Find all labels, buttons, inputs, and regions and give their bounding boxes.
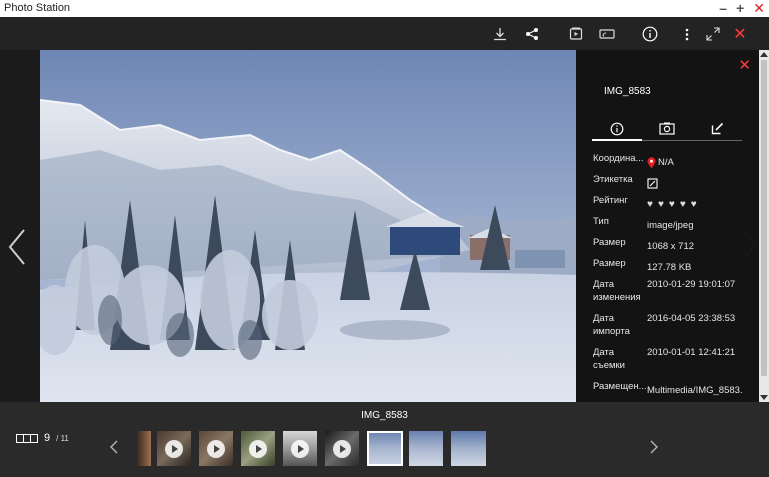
info-value	[647, 173, 757, 194]
info-row-dimensions: Размер 1068 x 712	[593, 236, 757, 257]
info-rows: Координа... N/A Этикетка Рейтинг ♥ ♥ ♥ ♥…	[593, 152, 757, 401]
viewer-toolbar: ✕	[0, 17, 769, 50]
info-label: Размещен...	[593, 381, 647, 392]
edit-tag-icon[interactable]	[647, 178, 658, 189]
filmstrip: IMG_8583 9 / 11	[0, 402, 769, 477]
info-row-imported: Дата импорта 2016-04-05 23:38:53	[593, 312, 757, 346]
info-label: Дата импорта	[593, 313, 630, 337]
heart-icon[interactable]: ♥	[647, 198, 653, 211]
edit-icon	[711, 122, 723, 135]
thumbnail-selected[interactable]	[367, 431, 403, 466]
window-close-button[interactable]: ✕	[753, 0, 765, 17]
info-label: Тип	[593, 216, 609, 227]
scroll-down-arrow-icon[interactable]	[760, 395, 768, 400]
info-value: 127.78 KB	[647, 262, 692, 273]
info-label: Размер	[593, 237, 626, 248]
info-value: N/A	[647, 152, 757, 173]
info-row-rating: Рейтинг ♥ ♥ ♥ ♥ ♥	[593, 194, 757, 215]
info-value: 1068 x 712	[647, 241, 695, 252]
fullscreen-icon[interactable]	[704, 25, 722, 43]
info-row-taken: Дата съемки 2010-01-01 12:41:21	[593, 346, 757, 380]
cast-icon[interactable]	[598, 25, 616, 43]
info-icon[interactable]	[641, 25, 659, 43]
info-label: Этикетка	[593, 174, 633, 185]
thumbnail-video[interactable]	[241, 431, 275, 466]
panel-title: IMG_8583	[604, 86, 651, 97]
slideshow-icon[interactable]	[567, 25, 585, 43]
scroll-thumb[interactable]	[761, 60, 767, 376]
window-titlebar: Photo Station – + ✕	[0, 0, 769, 17]
share-icon[interactable]	[523, 25, 541, 43]
info-value: image/jpeg	[647, 220, 694, 231]
maximize-button[interactable]: +	[736, 0, 744, 17]
main-photo	[40, 50, 576, 402]
play-icon	[207, 439, 225, 458]
play-icon	[333, 439, 351, 458]
heart-icon[interactable]: ♥	[658, 198, 664, 211]
info-label: Дата изменения	[593, 279, 641, 303]
window-title: Photo Station	[4, 2, 71, 14]
location-pin-icon	[647, 156, 656, 168]
thumbnail[interactable]	[137, 431, 151, 466]
thumbnail-video[interactable]	[283, 431, 317, 466]
info-value: 2010-01-01 12:41:21	[647, 347, 736, 358]
heart-icon[interactable]: ♥	[669, 198, 675, 211]
heart-icon[interactable]: ♥	[691, 198, 697, 211]
panel-tabs	[592, 121, 742, 141]
info-row-filesize: Размер 127.78 KB	[593, 257, 757, 278]
filmstrip-next-arrow[interactable]	[650, 440, 658, 459]
tab-edit[interactable]	[692, 121, 742, 140]
thumbnail-video[interactable]	[325, 431, 359, 466]
close-icon[interactable]: ✕	[731, 25, 749, 43]
camera-icon	[659, 122, 675, 135]
info-value: Multimedia/IMG_8583.	[647, 385, 743, 396]
minimize-button[interactable]: –	[719, 0, 727, 17]
counter-current: 9	[44, 432, 51, 444]
filmstrip-prev-arrow[interactable]	[110, 440, 118, 459]
play-icon	[249, 439, 267, 458]
coordinates-value: N/A	[658, 157, 674, 168]
info-value: 2016-04-05 23:38:53	[647, 313, 736, 324]
info-label: Размер	[593, 258, 626, 269]
scroll-up-arrow-icon[interactable]	[760, 52, 768, 57]
grid-view-icon[interactable]	[16, 433, 38, 443]
info-value: ♥ ♥ ♥ ♥ ♥	[647, 194, 757, 215]
photo-counter: 9 / 11	[16, 432, 69, 444]
counter-total: / 11	[56, 433, 69, 443]
more-icon[interactable]	[678, 25, 696, 43]
panel-close-icon[interactable]: ✕	[738, 56, 751, 74]
heart-icon[interactable]: ♥	[680, 198, 686, 211]
panel-scrollbar[interactable]	[759, 50, 769, 402]
info-panel: ✕ IMG_8583 Координа... N/A Этикетка Рейт	[576, 50, 759, 402]
rating-hearts[interactable]: ♥ ♥ ♥ ♥ ♥	[647, 198, 697, 211]
filmstrip-title: IMG_8583	[361, 410, 408, 421]
tab-camera[interactable]	[642, 121, 692, 140]
play-icon	[291, 439, 309, 458]
info-label: Рейтинг	[593, 195, 628, 206]
play-icon	[165, 439, 183, 458]
previous-photo-arrow[interactable]	[6, 228, 28, 271]
thumbnail-video[interactable]	[157, 431, 191, 466]
window-controls: – + ✕	[719, 0, 765, 17]
thumbnail[interactable]	[451, 431, 486, 466]
info-value: 2010-01-29 19:01:07	[647, 279, 736, 290]
info-label: Дата съемки	[593, 347, 625, 371]
info-row-coordinates: Координа... N/A	[593, 152, 757, 173]
info-row-tag: Этикетка	[593, 173, 757, 194]
info-row-modified: Дата изменения 2010-01-29 19:01:07	[593, 278, 757, 312]
download-icon[interactable]	[491, 25, 509, 43]
info-icon	[610, 122, 624, 136]
tab-info[interactable]	[592, 121, 642, 141]
thumbnail-video[interactable]	[199, 431, 233, 466]
info-row-location: Размещен... Multimedia/IMG_8583.	[593, 380, 757, 401]
info-label: Координа...	[593, 153, 644, 164]
info-row-type: Тип image/jpeg	[593, 215, 757, 236]
thumbnail[interactable]	[409, 431, 443, 466]
